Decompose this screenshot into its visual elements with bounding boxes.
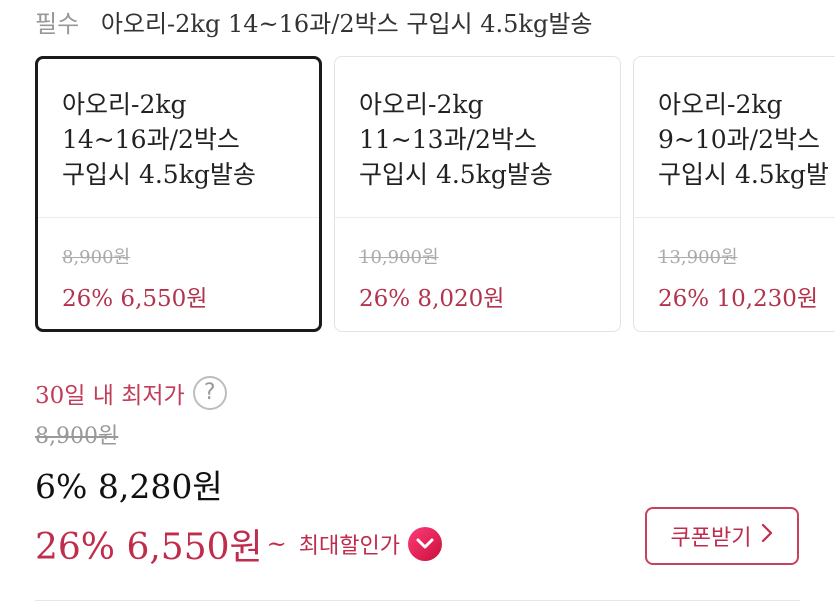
question-circle-icon[interactable]: ? [192, 376, 227, 410]
coupon-price: 26% 6,550원 [35, 527, 263, 568]
option-sale-price: 26% 10,230원 [658, 286, 819, 312]
option-card-1[interactable]: 아오리-2kg 14~16과/2박스 구입시 4.5kg발송 8,900원 26… [35, 56, 322, 332]
original-price: 8,900원 [35, 424, 119, 449]
option-card-3[interactable]: 아오리-2kg 9~10과/2박스 구입시 4.5kg발 13,900원 26%… [633, 56, 835, 332]
coupon-button-label: 쿠폰받기 [670, 526, 752, 551]
coupon-price-tilde: ~ [266, 530, 287, 558]
option-title: 아오리-2kg 11~13과/2박스 구입시 4.5kg발송 [359, 87, 553, 192]
coupon-price-row: 26% 6,550원 ~ 최대할인가 [35, 518, 442, 570]
option-line: 11~13과/2박스 [359, 125, 537, 154]
max-discount-label: 최대할인가 [298, 534, 400, 559]
selected-option-summary: 필수 아오리-2kg 14~16과/2박스 구입시 4.5kg발송 [35, 4, 592, 39]
option-original-price: 8,900원 [62, 247, 131, 268]
selected-option-text: 아오리-2kg 14~16과/2박스 구입시 4.5kg발송 [100, 10, 593, 38]
chevron-down-icon[interactable] [407, 527, 442, 561]
option-line: 아오리-2kg [359, 90, 484, 119]
option-card-2[interactable]: 아오리-2kg 11~13과/2박스 구입시 4.5kg발송 10,900원 2… [334, 56, 621, 332]
option-line: 9~10과/2박스 [658, 125, 820, 154]
card-divider [38, 217, 319, 218]
option-title: 아오리-2kg 9~10과/2박스 구입시 4.5kg발 [658, 87, 829, 192]
option-sale-price: 26% 8,020원 [359, 286, 505, 312]
option-original-price: 10,900원 [359, 247, 439, 268]
option-line: 14~16과/2박스 [62, 125, 240, 154]
lowest-price-label: 30일 내 최저가 ? [35, 376, 227, 410]
current-price: 6% 8,280원 [35, 467, 223, 506]
option-line: 구입시 4.5kg발송 [62, 160, 256, 189]
option-line: 구입시 4.5kg발 [658, 160, 829, 189]
card-divider [335, 217, 620, 218]
chevron-right-icon [761, 523, 773, 549]
coupon-download-button[interactable]: 쿠폰받기 [645, 507, 799, 565]
option-line: 구입시 4.5kg발송 [359, 160, 553, 189]
option-line: 아오리-2kg [658, 90, 783, 119]
option-title: 아오리-2kg 14~16과/2박스 구입시 4.5kg발송 [62, 87, 256, 192]
section-divider [35, 600, 800, 601]
lowest-price-text: 30일 내 최저가 [35, 383, 185, 409]
option-line: 아오리-2kg [62, 90, 187, 119]
option-original-price: 13,900원 [658, 247, 738, 268]
card-divider [634, 217, 835, 218]
required-label: 필수 [35, 10, 80, 38]
option-sale-price: 26% 6,550원 [62, 286, 208, 312]
